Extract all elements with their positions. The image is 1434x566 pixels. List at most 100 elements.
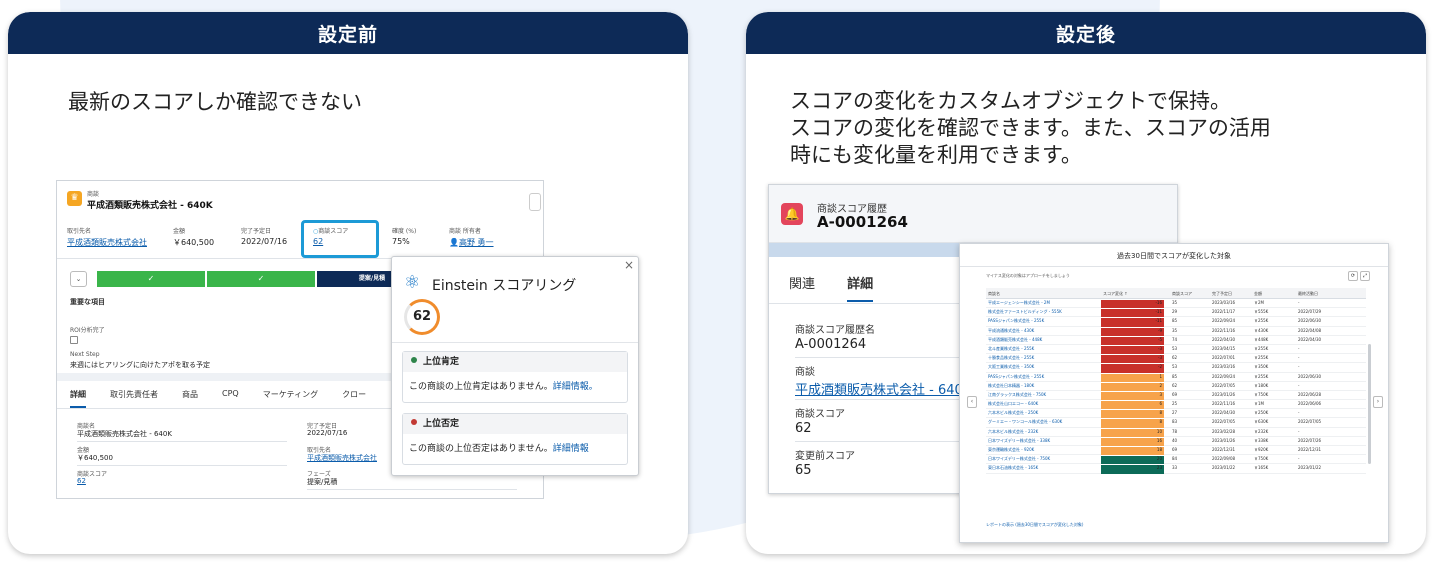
table-row: 六本木ビル株式会社 - 232K 10 78 2023/02/28 ￥232K -	[986, 428, 1366, 437]
column-header[interactable]: 最終活動日	[1298, 291, 1318, 297]
opportunity-name-link[interactable]: 大阪工業株式会社 - 350K	[988, 364, 1034, 370]
tab-cpq[interactable]: CPQ	[222, 389, 239, 408]
score-change-cell: -11	[1101, 309, 1164, 318]
close-date-cell: 2022/12/31	[1212, 447, 1236, 452]
header-action-button[interactable]	[529, 193, 541, 211]
amount-cell: ￥255K	[1254, 373, 1269, 379]
report-divider	[960, 266, 1388, 267]
tab-close[interactable]: クロー	[342, 389, 366, 408]
field-label: 商談スコア履歴名	[795, 325, 875, 336]
learn-more-link[interactable]: 詳細情報	[553, 444, 589, 454]
column-header[interactable]: 商談スコア	[1172, 291, 1192, 297]
last-activity-cell: -	[1298, 382, 1300, 388]
record-name: A-0001264	[817, 213, 908, 231]
report-table: 商談名 スコア変化 ↑ 商談スコア 完了予定日 金額 最終活動日 平成エージェン…	[986, 288, 1366, 474]
opportunity-name-link[interactable]: 株式会社山口エコー - 640K	[988, 401, 1038, 407]
opportunity-name-link[interactable]: 株式会社ファーストビルディング - 555K	[988, 309, 1062, 315]
tab-marketing[interactable]: マーケティング	[263, 389, 318, 408]
detail-account-link[interactable]: 平成酒類販売株式会社	[307, 453, 377, 463]
column-header[interactable]: 金額	[1254, 291, 1262, 297]
field-label: 金額	[173, 228, 186, 235]
opportunity-name-link[interactable]: 北斗産業株式会社 - 255K	[988, 346, 1034, 352]
record-type: 商談	[87, 191, 100, 198]
roi-checkbox[interactable]	[70, 336, 78, 344]
owner-link[interactable]: 高野 勇一	[459, 238, 494, 247]
detail-value: 提案/見積	[307, 478, 338, 486]
learn-more-link[interactable]: 詳細情報。	[553, 382, 598, 392]
column-header[interactable]: 完了予定日	[1212, 291, 1232, 297]
detail-score-link[interactable]: 62	[77, 477, 86, 485]
tab-related[interactable]: 関連	[789, 277, 815, 292]
column-header[interactable]: 商談名	[988, 291, 1000, 297]
opportunity-name-link[interactable]: 平成酒類販売株式会社 - 448K	[988, 337, 1042, 343]
einstein-scoring-popup: × ⚛ Einstein スコアリング 62 上位肯定 この商談の上位肯定はあり…	[391, 256, 639, 476]
after-panel: 設定後 スコアの変化をカスタムオブジェクトで保持。 スコアの変化を確認できます。…	[746, 12, 1426, 554]
field-value: ￥640,500	[173, 238, 215, 247]
opportunity-name-link[interactable]: 日本ワイズデリー株式会社 - 338K	[988, 438, 1050, 444]
table-row: 株式会社山口エコー - 640K 6 25 2022/11/16 ￥1M 2022/06/…	[986, 400, 1366, 410]
field-value: A-0001264	[795, 337, 867, 352]
user-avatar-icon: 👤	[449, 238, 459, 247]
account-link[interactable]: 平成酒類販売株式会社	[67, 237, 147, 248]
refresh-icon[interactable]: ⟳	[1348, 271, 1358, 281]
box-title: 上位否定	[423, 419, 460, 429]
roi-label: ROI分析完了	[70, 327, 105, 334]
score-change-cell: -16	[1101, 300, 1164, 309]
path-step-complete[interactable]: ✓	[207, 271, 315, 287]
opportunity-name-link[interactable]: 六本木ビル株式会社 - 250K	[988, 410, 1038, 416]
opportunity-name-link[interactable]: 平成流通株式会社 - 430K	[988, 328, 1034, 334]
column-header[interactable]: スコア変化 ↑	[1103, 291, 1128, 297]
opportunity-name-link[interactable]: 平成エージェンシー株式会社 - 2M	[988, 300, 1050, 306]
last-activity-cell: 2022/04/08	[1298, 327, 1322, 333]
table-scrollbar[interactable]	[1368, 344, 1371, 464]
amount-cell: ￥750K	[1254, 391, 1269, 397]
tab-products[interactable]: 商品	[182, 389, 198, 408]
score-cell: 83	[1172, 419, 1178, 425]
opportunity-name-link[interactable]: 六本木ビル株式会社 - 232K	[988, 429, 1038, 435]
opportunity-name-link[interactable]: 十勝食品株式会社 - 255K	[988, 355, 1034, 361]
field-label: 商談 所有者	[449, 228, 481, 235]
opportunity-name-link[interactable]: 東日本石油株式会社 - 165K	[988, 465, 1038, 471]
amount-cell: ￥630K	[1254, 419, 1269, 425]
field-label: 商談	[795, 367, 815, 378]
last-activity-cell: -	[1298, 300, 1300, 305]
chevron-down-icon[interactable]: ⌄	[70, 271, 87, 287]
report-view-link[interactable]: レポートの表示 (過去30日間でスコアが変化した対象)	[986, 522, 1083, 528]
score-cell: 78	[1172, 428, 1178, 434]
chevron-left-icon[interactable]: ‹	[967, 396, 977, 408]
record-tabs: 関連 詳細	[789, 273, 901, 302]
score-change-cell: 20	[1101, 456, 1164, 465]
table-row: 株式会社日本精器 - 180K 2 62 2022/07/05 ￥180K -	[986, 382, 1366, 391]
close-icon[interactable]: ×	[624, 258, 634, 272]
table-row: グーミエー・ワンコール株式会社 - 630K 8 83 2022/07/05 ￥630K…	[986, 418, 1366, 428]
close-date-cell: 2023/01/26	[1212, 437, 1236, 443]
opportunity-name-link[interactable]: 日本ワイズデリー株式会社 - 750K	[988, 456, 1050, 462]
record-name: 平成酒類販売株式会社 - 640K	[87, 201, 213, 211]
tab-detail[interactable]: 詳細	[70, 389, 86, 408]
score-change-cell: -3	[1101, 355, 1164, 364]
field-value: 62	[795, 421, 812, 436]
field-close-date: 完了予定日 2022/07/16	[241, 226, 287, 246]
chevron-right-icon[interactable]: ›	[1373, 396, 1383, 408]
opportunity-name-link[interactable]: 江南グラックス株式会社 - 750K	[988, 392, 1046, 398]
close-date-cell: 2023/01/22	[1212, 465, 1236, 471]
opportunity-name-link[interactable]: グーミエー・ワンコール株式会社 - 630K	[988, 419, 1062, 425]
score-change-cell: -3	[1101, 345, 1164, 355]
after-header: 設定後	[746, 12, 1426, 54]
field-label: 取引先名	[67, 228, 92, 235]
tab-detail[interactable]: 詳細	[847, 277, 874, 302]
opportunity-name-link[interactable]: 東京運輸株式会社 - 920K	[988, 447, 1034, 453]
opportunity-name-link[interactable]: PASSジャパン株式会社 - 255K	[988, 374, 1044, 380]
tab-contacts[interactable]: 取引先責任者	[110, 389, 158, 408]
opportunity-name-link[interactable]: PASSジャパン株式会社 - 255K	[988, 318, 1044, 324]
score-change-cell: -5	[1101, 336, 1164, 345]
table-row: 平成エージェンシー株式会社 - 2M -16 35 2023/03/16 ￥2M -	[986, 299, 1366, 309]
expand-icon[interactable]: ⤢	[1360, 271, 1370, 281]
score-cell: 74	[1172, 336, 1178, 342]
opportunity-name-link[interactable]: 株式会社日本精器 - 180K	[988, 383, 1034, 389]
close-date-cell: 2023/01/26	[1212, 391, 1236, 397]
path-step-complete[interactable]: ✓	[97, 271, 205, 287]
amount-cell: ￥2M	[1254, 300, 1264, 305]
score-cell: 69	[1172, 391, 1178, 397]
opportunity-link[interactable]: 平成酒類販売株式会社 - 640K	[795, 379, 971, 398]
